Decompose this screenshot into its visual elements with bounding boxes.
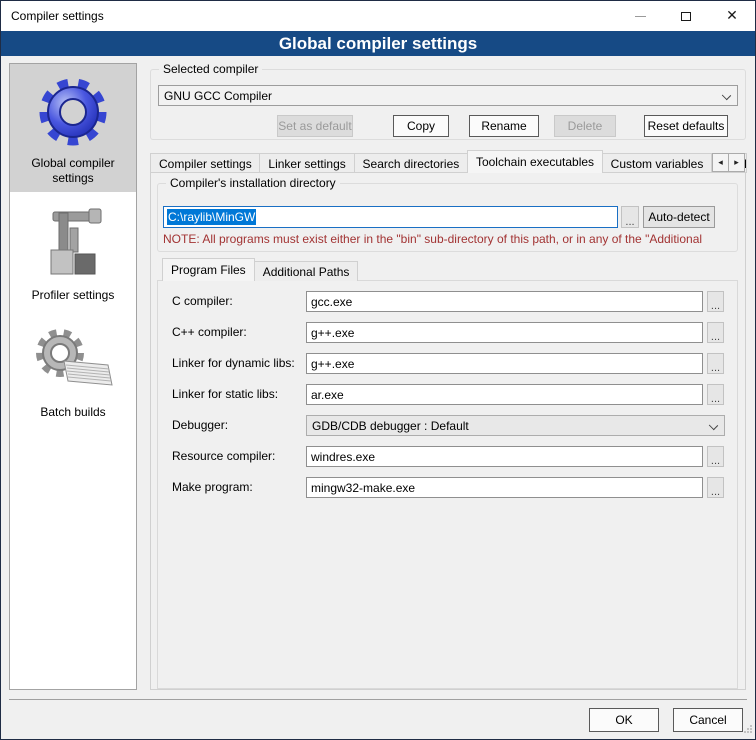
group-legend: Selected compiler bbox=[159, 62, 262, 76]
titlebar: Compiler settings ✕ bbox=[1, 1, 755, 31]
static-linker-input[interactable] bbox=[306, 384, 703, 405]
compiler-settings-dialog: Compiler settings ✕ Global compiler sett… bbox=[0, 0, 756, 740]
chevron-down-icon bbox=[709, 421, 718, 430]
make-program-input[interactable] bbox=[306, 477, 703, 498]
tab-toolchain-executables[interactable]: Toolchain executables bbox=[467, 150, 603, 173]
sidebar-item-global-compiler-settings[interactable]: Global compiler settings bbox=[10, 64, 136, 192]
sidebar-item-label: Profiler settings bbox=[12, 284, 134, 303]
resize-grip[interactable] bbox=[743, 723, 753, 737]
field-label-c-compiler: C compiler: bbox=[172, 291, 233, 312]
installation-directory-browse-button[interactable]: ... bbox=[621, 206, 639, 228]
blue-gear-icon bbox=[12, 72, 134, 152]
minimize-icon bbox=[635, 16, 646, 17]
field-label-make-program: Make program: bbox=[172, 477, 253, 498]
tab-compiler-settings[interactable]: Compiler settings bbox=[150, 153, 260, 173]
sidebar-item-batch-builds[interactable]: Batch builds bbox=[10, 313, 136, 426]
dynamic-linker-browse-button[interactable]: ... bbox=[707, 353, 724, 374]
tab-search-directories[interactable]: Search directories bbox=[354, 153, 468, 173]
make-program-browse-button[interactable]: ... bbox=[707, 477, 724, 498]
note-text: NOTE: All programs must exist either in … bbox=[163, 232, 734, 246]
caliper-icon bbox=[12, 204, 134, 284]
field-label-cpp-compiler: C++ compiler: bbox=[172, 322, 247, 343]
cpp-compiler-browse-button[interactable]: ... bbox=[707, 322, 724, 343]
copy-button[interactable]: Copy bbox=[393, 115, 449, 137]
field-label-resource-compiler: Resource compiler: bbox=[172, 446, 275, 467]
field-label-debugger: Debugger: bbox=[172, 415, 228, 436]
arrow-left-icon: ◂ bbox=[718, 158, 723, 168]
tab-program-files[interactable]: Program Files bbox=[162, 258, 255, 281]
arrow-right-icon: ▸ bbox=[734, 158, 739, 168]
cpp-compiler-input[interactable] bbox=[306, 322, 703, 343]
delete-button[interactable]: Delete bbox=[554, 115, 616, 137]
resource-compiler-browse-button[interactable]: ... bbox=[707, 446, 724, 467]
maximize-button[interactable] bbox=[663, 1, 709, 31]
installation-directory-input[interactable]: C:\raylib\MinGW bbox=[163, 206, 618, 228]
tab-scroll-right-button[interactable]: ▸ bbox=[728, 153, 745, 172]
c-compiler-browse-button[interactable]: ... bbox=[707, 291, 724, 312]
group-legend: Compiler's installation directory bbox=[166, 176, 340, 190]
debugger-select[interactable]: GDB/CDB debugger : Default bbox=[306, 415, 725, 436]
ok-button[interactable]: OK bbox=[589, 708, 659, 732]
settings-tabs: Compiler settings Linker settings Search… bbox=[150, 150, 746, 173]
chevron-down-icon bbox=[722, 91, 731, 100]
minimize-button[interactable] bbox=[617, 1, 663, 31]
window-title: Compiler settings bbox=[1, 9, 104, 23]
compiler-select[interactable]: GNU GCC Compiler bbox=[158, 85, 738, 106]
cancel-button[interactable]: Cancel bbox=[673, 708, 743, 732]
set-as-default-button[interactable]: Set as default bbox=[277, 115, 353, 137]
dynamic-linker-input[interactable] bbox=[306, 353, 703, 374]
tab-scroll-left-button[interactable]: ◂ bbox=[712, 153, 729, 172]
installation-directory-group: Compiler's installation directory C:\ray… bbox=[157, 183, 738, 252]
auto-detect-button[interactable]: Auto-detect bbox=[643, 206, 715, 228]
sidebar-item-profiler-settings[interactable]: Profiler settings bbox=[10, 196, 136, 309]
debugger-select-value: GDB/CDB debugger : Default bbox=[312, 419, 469, 433]
maximize-icon bbox=[681, 12, 691, 21]
field-label-static-linker: Linker for static libs: bbox=[172, 384, 278, 405]
close-icon: ✕ bbox=[726, 9, 738, 23]
tab-additional-paths[interactable]: Additional Paths bbox=[254, 261, 359, 281]
field-label-dynamic-linker: Linker for dynamic libs: bbox=[172, 353, 295, 374]
tab-custom-variables[interactable]: Custom variables bbox=[602, 153, 712, 173]
dialog-banner-title: Global compiler settings bbox=[1, 31, 755, 56]
selected-compiler-group: Selected compiler GNU GCC Compiler Set a… bbox=[150, 69, 746, 140]
close-button[interactable]: ✕ bbox=[709, 1, 755, 31]
compiler-select-value: GNU GCC Compiler bbox=[164, 89, 272, 103]
program-files-panel: C compiler: ... C++ compiler: ... Linker… bbox=[157, 280, 738, 689]
gear-papers-icon bbox=[12, 321, 134, 401]
sidebar-item-label: Batch builds bbox=[12, 401, 134, 420]
rename-button[interactable]: Rename bbox=[469, 115, 539, 137]
sidebar-item-label: Global compiler settings bbox=[12, 152, 134, 186]
program-files-tabs: Program Files Additional Paths bbox=[162, 258, 357, 281]
settings-category-list: Global compiler settings Profiler settin… bbox=[9, 63, 137, 690]
tab-linker-settings[interactable]: Linker settings bbox=[259, 153, 354, 173]
c-compiler-input[interactable] bbox=[306, 291, 703, 312]
reset-defaults-button[interactable]: Reset defaults bbox=[644, 115, 728, 137]
installation-directory-value: C:\raylib\MinGW bbox=[167, 209, 256, 225]
static-linker-browse-button[interactable]: ... bbox=[707, 384, 724, 405]
resource-compiler-input[interactable] bbox=[306, 446, 703, 467]
footer-separator bbox=[9, 699, 747, 700]
